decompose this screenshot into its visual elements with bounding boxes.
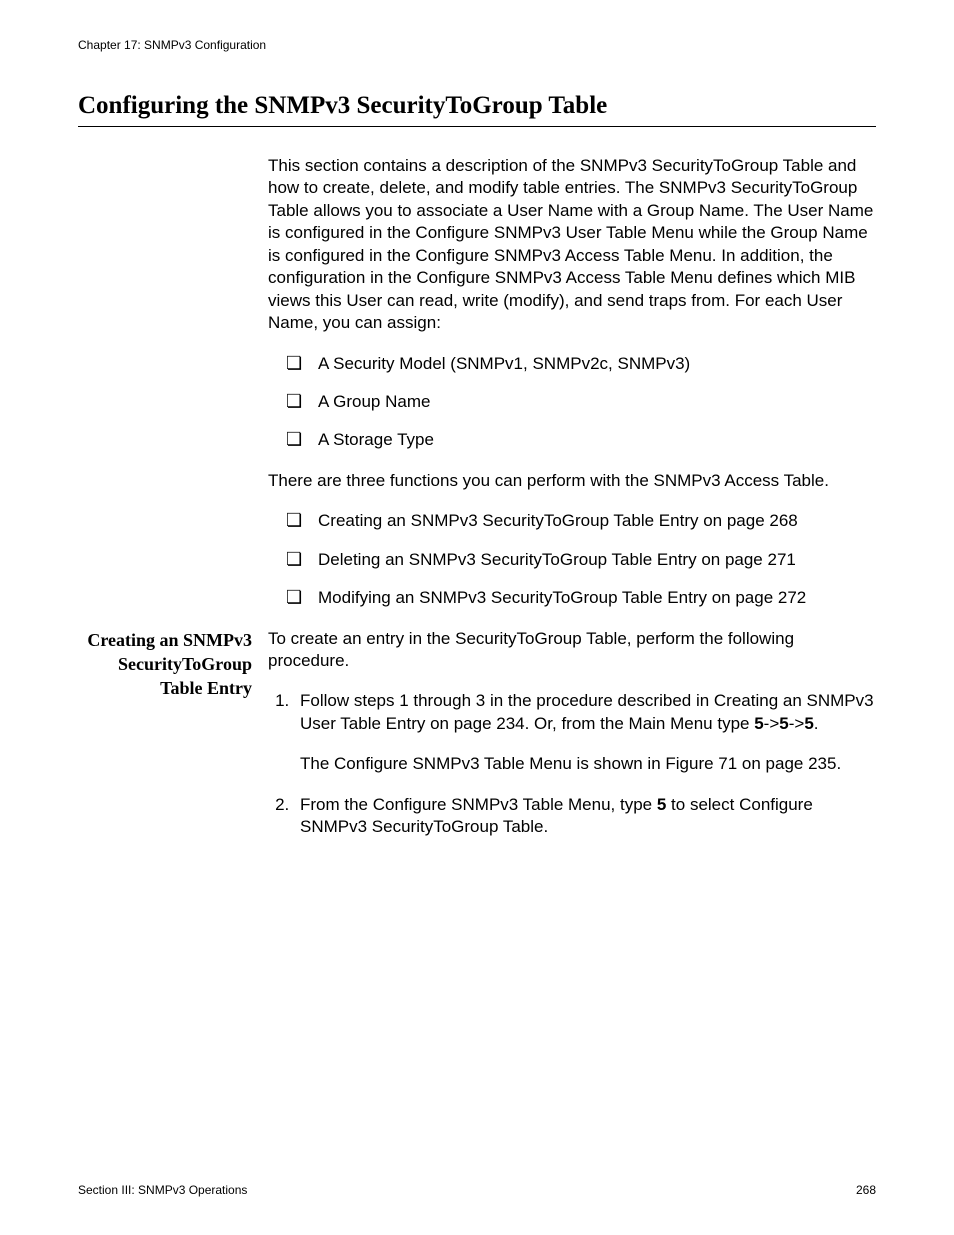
list-item: A Security Model (SNMPv1, SNMPv2c, SNMPv… bbox=[312, 353, 876, 375]
procedure-step: From the Configure SNMPv3 Table Menu, ty… bbox=[294, 794, 876, 839]
step-text: -> bbox=[764, 714, 780, 733]
assign-list: A Security Model (SNMPv1, SNMPv2c, SNMPv… bbox=[268, 353, 876, 452]
step-text: . bbox=[814, 714, 819, 733]
step-extra-text: The Configure SNMPv3 Table Menu is shown… bbox=[300, 753, 876, 775]
list-item: Modifying an SNMPv3 SecurityToGroup Tabl… bbox=[312, 587, 876, 609]
step-bold: 5 bbox=[804, 714, 813, 733]
functions-list: Creating an SNMPv3 SecurityToGroup Table… bbox=[268, 510, 876, 609]
step-text: From the Configure SNMPv3 Table Menu, ty… bbox=[300, 795, 657, 814]
subsection-heading: Creating an SNMPv3 SecurityToGroup Table… bbox=[78, 628, 268, 701]
list-item: Deleting an SNMPv3 SecurityToGroup Table… bbox=[312, 549, 876, 571]
step-bold: 5 bbox=[779, 714, 788, 733]
subsection-lead: To create an entry in the SecurityToGrou… bbox=[268, 628, 876, 673]
step-bold: 5 bbox=[754, 714, 763, 733]
page-number: 268 bbox=[856, 1183, 876, 1197]
step-text: -> bbox=[789, 714, 805, 733]
footer-section: Section III: SNMPv3 Operations bbox=[78, 1183, 247, 1197]
intro-block: This section contains a description of t… bbox=[78, 155, 876, 628]
procedure-step: Follow steps 1 through 3 in the procedur… bbox=[294, 690, 876, 775]
list-item: Creating an SNMPv3 SecurityToGroup Table… bbox=[312, 510, 876, 532]
chapter-header: Chapter 17: SNMPv3 Configuration bbox=[78, 38, 876, 52]
list-item: A Storage Type bbox=[312, 429, 876, 451]
section-title: Configuring the SNMPv3 SecurityToGroup T… bbox=[78, 92, 876, 127]
step-bold: 5 bbox=[657, 795, 666, 814]
list-item: A Group Name bbox=[312, 391, 876, 413]
subsection-block: Creating an SNMPv3 SecurityToGroup Table… bbox=[78, 628, 876, 857]
intro-paragraph: This section contains a description of t… bbox=[268, 155, 876, 335]
page-footer: Section III: SNMPv3 Operations 268 bbox=[78, 1183, 876, 1197]
procedure-list: Follow steps 1 through 3 in the procedur… bbox=[268, 690, 876, 838]
functions-paragraph: There are three functions you can perfor… bbox=[268, 470, 876, 492]
